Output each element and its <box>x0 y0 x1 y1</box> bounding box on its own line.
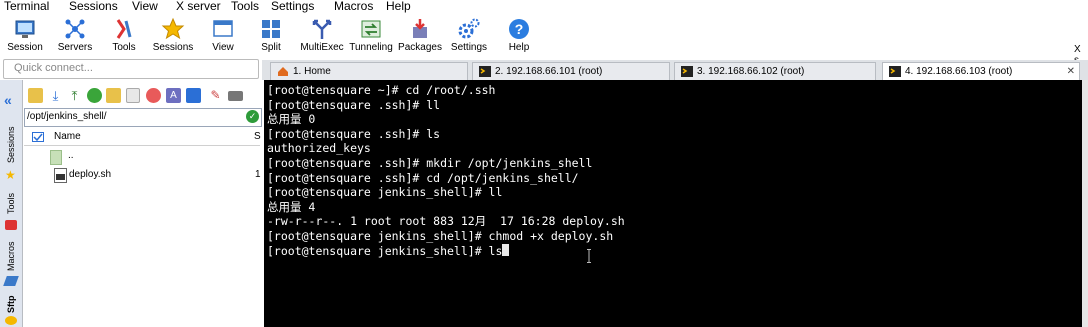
menu-sessions[interactable]: Sessions <box>69 0 118 13</box>
tunneling-icon <box>361 20 381 38</box>
packages-icon <box>413 19 427 38</box>
parent-dir-icon <box>50 150 62 165</box>
terminal-pane[interactable]: [root@tensquare ~]# cd /root/.ssh [root@… <box>264 80 1082 327</box>
servers-icon <box>65 19 85 39</box>
terminal-line: [root@tensquare .ssh]# ls <box>267 126 441 141</box>
settings-icon <box>458 18 480 39</box>
tab-session-101[interactable]: 2. 192.168.66.101 (root) <box>472 62 670 81</box>
side-tab-macros[interactable]: Macros <box>2 238 20 274</box>
quick-connect-input[interactable]: Quick connect... <box>3 59 259 79</box>
sftp-icon <box>5 316 17 325</box>
tab-close-icon[interactable]: ✕ <box>1067 63 1075 81</box>
terminal-line: 总用量 4 <box>267 199 316 214</box>
refresh-icon[interactable] <box>87 88 102 103</box>
menu-view[interactable]: View <box>132 0 158 13</box>
menu-terminal[interactable]: Terminal <box>4 0 49 13</box>
side-tab-strip: « Sessions ★ Tools Macros Sftp <box>0 80 23 327</box>
quick-connect-placeholder: Quick connect... <box>14 62 93 74</box>
terminal-line: [root@tensquare jenkins_shell]# ll <box>267 185 503 200</box>
sftp-path-input[interactable]: /opt/jenkins_shell/ ✓ <box>24 108 262 127</box>
multiexec-icon <box>312 19 332 39</box>
main-toolbar: Session Servers Tools Sessions View Spli… <box>0 14 1088 66</box>
help-button[interactable]: ? Help <box>489 14 549 58</box>
terminal-line: 总用量 0 <box>267 112 316 127</box>
sessions-star-icon <box>161 17 185 40</box>
file-row[interactable]: .. <box>24 148 260 166</box>
help-icon: ? <box>509 19 529 39</box>
terminal-line: [root@tensquare .ssh]# ll <box>267 97 441 112</box>
collapse-chevron-icon[interactable]: « <box>4 92 12 108</box>
tab-session-102[interactable]: 3. 192.168.66.102 (root) <box>674 62 876 81</box>
terminal-line: [root@tensquare ~]# cd /root/.ssh <box>267 83 496 97</box>
parent-folder-icon[interactable] <box>28 88 43 103</box>
terminal-prompt-line: [root@tensquare jenkins_shell]# ls <box>267 243 510 259</box>
menu-settings[interactable]: Settings <box>271 0 314 13</box>
menu-macros[interactable]: Macros <box>334 0 373 13</box>
view-icon <box>213 20 233 37</box>
tools-icon <box>116 19 132 39</box>
mouse-ibeam-icon <box>587 249 591 263</box>
path-go-icon[interactable]: ✓ <box>246 110 259 123</box>
terminal-tab-icon <box>889 66 901 77</box>
side-tab-sessions[interactable]: Sessions <box>2 122 20 168</box>
terminal-line: -rw-r--r--. 1 root root 883 12月 17 16:28… <box>267 214 625 229</box>
new-file-icon[interactable] <box>126 88 140 103</box>
menu-help[interactable]: Help <box>386 0 411 13</box>
terminal-cursor <box>502 243 510 256</box>
column-name[interactable]: Name <box>54 131 81 142</box>
split-icon <box>262 20 280 38</box>
menu-bar: Terminal Sessions View X server Tools Se… <box>0 0 1088 14</box>
menu-tools[interactable]: Tools <box>231 0 259 13</box>
sort-checkbox-icon[interactable] <box>32 132 44 142</box>
delete-icon[interactable] <box>146 88 161 103</box>
column-size[interactable]: S <box>254 131 261 142</box>
macros-icon <box>3 276 19 286</box>
download-icon[interactable]: ⤓ <box>48 88 63 103</box>
follow-terminal-icon[interactable] <box>186 88 201 103</box>
side-tab-sftp[interactable]: Sftp <box>2 294 20 314</box>
home-icon <box>278 67 288 76</box>
terminal-tab-icon <box>479 66 491 77</box>
terminal-line: [root@tensquare .ssh]# mkdir /opt/jenkin… <box>267 156 593 170</box>
side-tab-tools[interactable]: Tools <box>2 188 20 218</box>
terminal-tab-icon <box>681 66 693 77</box>
tab-session-103[interactable]: 4. 192.168.66.103 (root) ✕ <box>882 62 1080 81</box>
file-list-header: Name S <box>24 129 261 146</box>
terminal-line: [root@tensquare jenkins_shell]# chmod +x… <box>267 229 614 243</box>
file-row[interactable]: deploy.sh 1 <box>24 166 261 184</box>
new-folder-icon[interactable] <box>106 88 121 103</box>
tab-home[interactable]: 1. Home <box>270 62 468 81</box>
menu-x-server[interactable]: X server <box>176 0 221 13</box>
session-icon <box>15 20 35 38</box>
svg-text:?: ? <box>515 21 524 37</box>
permissions-icon[interactable]: ✎ <box>208 88 223 103</box>
sessions-star-icon: ★ <box>5 168 16 182</box>
upload-icon[interactable]: ⤒ <box>67 88 82 103</box>
session-tab-bar: 1. Home 2. 192.168.66.101 (root) 3. 192.… <box>262 60 1088 81</box>
tools-icon <box>5 220 17 230</box>
terminal-scrollbar[interactable] <box>1082 80 1088 327</box>
terminal-sync-icon[interactable] <box>228 91 243 101</box>
terminal-line: [root@tensquare .ssh]# cd /opt/jenkins_s… <box>267 170 579 185</box>
shell-script-file-icon <box>54 168 67 183</box>
rename-icon[interactable]: A <box>166 88 181 103</box>
terminal-line: authorized_keys <box>267 141 371 156</box>
sftp-toolbar: ⤓ ⤒ A ✎ <box>24 86 260 106</box>
